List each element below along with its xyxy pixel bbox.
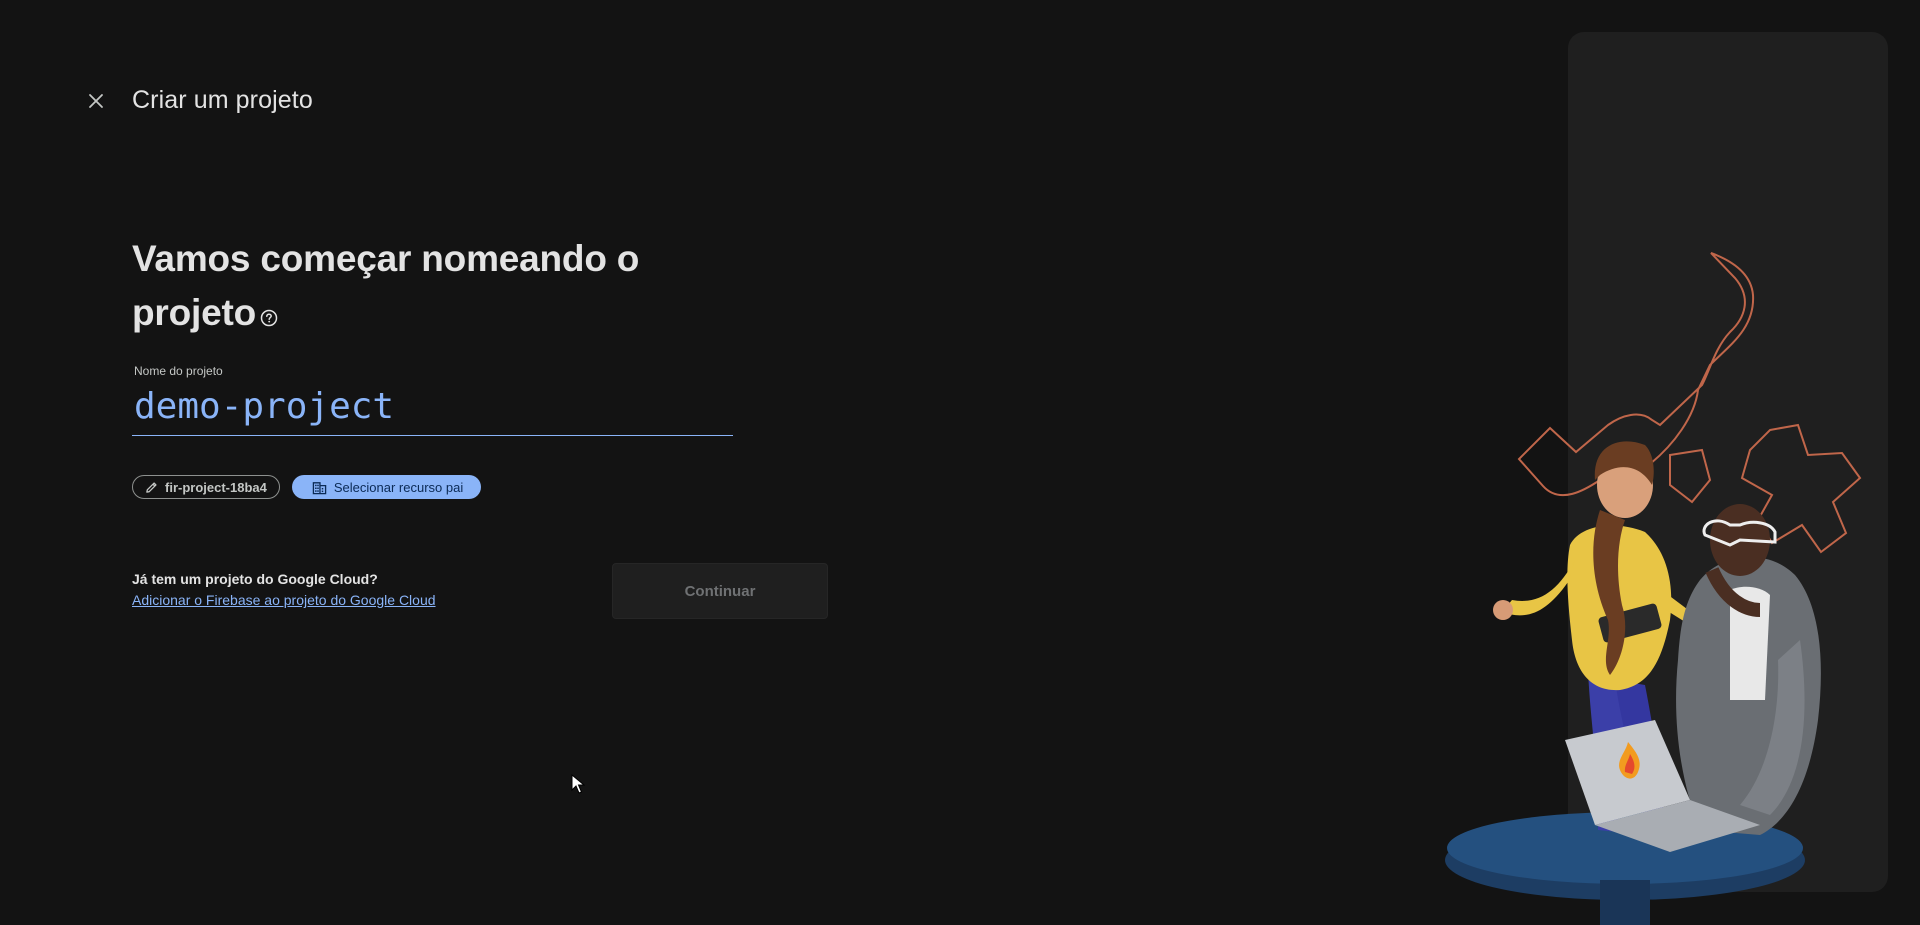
- project-name-label: Nome do projeto: [134, 364, 223, 378]
- create-project-page: Criar um projeto Vamos começar nomeando …: [0, 0, 1920, 925]
- page-title: Criar um projeto: [132, 86, 313, 114]
- continue-button[interactable]: Continuar: [612, 563, 828, 619]
- two-people-with-laptop-illustration: [1445, 252, 1862, 925]
- help-circle-icon[interactable]: [260, 288, 278, 342]
- select-parent-resource-chip[interactable]: Selecionar recurso pai: [291, 475, 482, 499]
- chips-row: fir-project-18ba4 Selecionar recurso pai: [132, 475, 482, 499]
- main-heading: Vamos começar nomeando o projeto: [132, 232, 692, 342]
- project-id-chip[interactable]: fir-project-18ba4: [132, 475, 280, 499]
- header: Criar um projeto: [84, 86, 313, 115]
- mouse-cursor-icon: [571, 774, 585, 794]
- add-firebase-to-gcp-link[interactable]: Adicionar o Firebase ao projeto do Googl…: [132, 592, 436, 608]
- pencil-icon: [145, 481, 158, 494]
- project-id-text: fir-project-18ba4: [165, 479, 267, 495]
- google-cloud-question: Já tem um projeto do Google Cloud?: [132, 571, 378, 587]
- project-name-field: Nome do projeto: [132, 364, 733, 436]
- close-button[interactable]: [84, 89, 108, 113]
- building-icon: [312, 480, 327, 495]
- google-cloud-section: Já tem um projeto do Google Cloud? Adici…: [132, 571, 436, 608]
- select-parent-resource-label: Selecionar recurso pai: [333, 479, 464, 495]
- project-name-input[interactable]: [132, 382, 733, 436]
- heading-text: Vamos começar nomeando o projeto: [132, 238, 640, 333]
- close-icon: [89, 93, 103, 108]
